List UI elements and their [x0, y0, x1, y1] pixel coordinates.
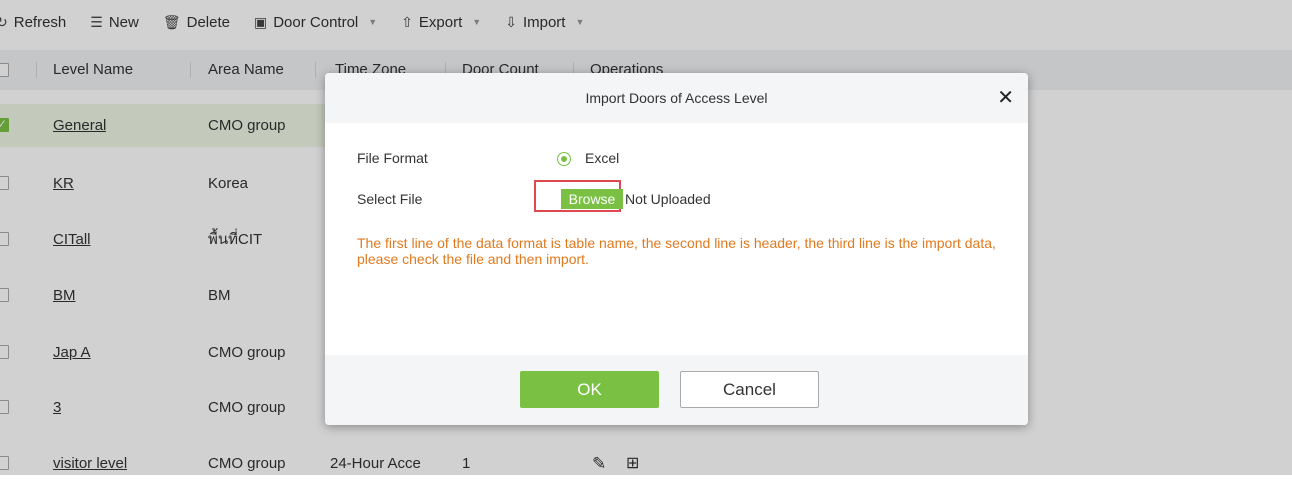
dialog-title: Import Doors of Access Level	[585, 90, 768, 106]
dialog-footer: OK Cancel	[325, 355, 1028, 425]
browse-button[interactable]: Browse	[561, 189, 623, 209]
close-icon[interactable]: ✕	[997, 73, 1014, 123]
file-format-label: File Format	[357, 150, 428, 166]
excel-radio[interactable]	[557, 152, 571, 166]
excel-option-label: Excel	[585, 150, 620, 166]
upload-status: Not Uploaded	[625, 191, 711, 207]
dialog-body: File Format Excel Select File Browse Not…	[325, 123, 1028, 355]
ok-button[interactable]: OK	[520, 371, 659, 408]
select-file-label: Select File	[357, 191, 423, 207]
dialog-title-bar: Import Doors of Access Level ✕	[325, 73, 1028, 123]
import-doors-dialog: Import Doors of Access Level ✕ File Form…	[325, 73, 1028, 425]
cancel-button[interactable]: Cancel	[680, 371, 819, 408]
import-hint-text: The first line of the data format is tab…	[357, 235, 996, 267]
